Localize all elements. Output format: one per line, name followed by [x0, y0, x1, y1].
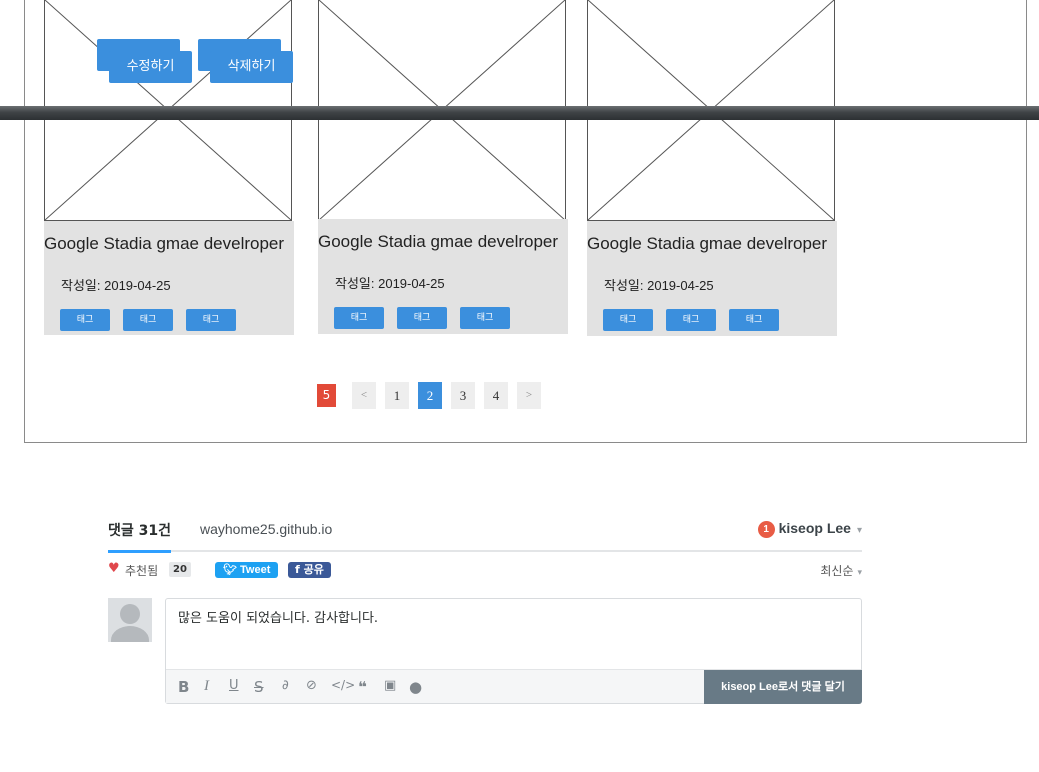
card-date: 작성일: 2019-04-25: [61, 278, 171, 293]
tag-button[interactable]: 태그: [334, 307, 384, 329]
facebook-icon: f: [295, 563, 304, 576]
card-title[interactable]: Google Stadia gmae develroper: [318, 232, 578, 252]
image-icon[interactable]: ▣: [384, 678, 396, 693]
page-count-badge: 5: [317, 384, 336, 407]
link-icon[interactable]: ∂: [282, 678, 289, 693]
delete-button[interactable]: 삭제하기: [210, 51, 293, 83]
comment-count-tab[interactable]: 댓글 31건: [108, 520, 171, 553]
site-tab[interactable]: wayhome25.github.io: [200, 521, 332, 537]
comments-header: 댓글 31건 wayhome25.github.io 1 kiseop Lee ▾: [108, 510, 862, 553]
recommend-label[interactable]: 추천됨: [125, 562, 158, 579]
quote-icon[interactable]: ❝: [358, 678, 367, 696]
next-page-button[interactable]: >: [517, 382, 541, 409]
user-name[interactable]: kiseop Lee: [779, 520, 851, 536]
card-title[interactable]: Google Stadia gmae develroper: [587, 234, 847, 254]
share-label: 공유: [303, 563, 324, 576]
tag-button[interactable]: 태그: [729, 309, 779, 331]
comment-input[interactable]: 많은 도움이 되었습니다. 감사합니다.: [178, 607, 378, 626]
chevron-down-icon: ▾: [857, 568, 862, 578]
card-info: Google Stadia gmae develroper 작성일: 2019-…: [44, 221, 294, 335]
code-icon[interactable]: </>: [331, 678, 355, 692]
avatar: [108, 598, 152, 642]
window-divider: [0, 106, 1039, 120]
comment-actions: ♥ 추천됨 20 🐦︎ Tweet f 공유 최신순 ▾: [108, 560, 862, 582]
prev-page-button[interactable]: <: [352, 382, 376, 409]
heart-icon[interactable]: ♥: [108, 561, 120, 576]
card-info: Google Stadia gmae develroper 작성일: 2019-…: [318, 219, 568, 334]
tag-button[interactable]: 태그: [186, 309, 236, 331]
card-title[interactable]: Google Stadia gmae develroper: [44, 234, 304, 254]
tweet-label: Tweet: [240, 564, 271, 576]
recommend-count: 20: [169, 562, 191, 577]
tag-button[interactable]: 태그: [123, 309, 173, 331]
card-date: 작성일: 2019-04-25: [604, 278, 714, 293]
bold-icon[interactable]: B: [178, 678, 189, 696]
facebook-share-button[interactable]: f 공유: [288, 562, 331, 578]
card-tags: 태그 태그 태그: [603, 307, 792, 331]
page-button-3[interactable]: 3: [451, 382, 475, 409]
tag-button[interactable]: 태그: [397, 307, 447, 329]
sort-label: 최신순: [820, 564, 854, 578]
card-tags: 태그 태그 태그: [334, 305, 523, 329]
edit-button[interactable]: 수정하기: [109, 51, 192, 83]
card-tags: 태그 태그 태그: [60, 307, 249, 331]
page-button-1[interactable]: 1: [385, 382, 409, 409]
chevron-down-icon[interactable]: ▾: [857, 525, 862, 536]
card-date: 작성일: 2019-04-25: [335, 276, 445, 291]
page-button-2[interactable]: 2: [418, 382, 442, 409]
tag-button[interactable]: 태그: [666, 309, 716, 331]
page-button-4[interactable]: 4: [484, 382, 508, 409]
tag-button[interactable]: 태그: [603, 309, 653, 331]
post-list-panel: Google Stadia gmae develroper 작성일: 2019-…: [24, 0, 1027, 443]
underline-icon[interactable]: U: [229, 678, 239, 693]
tag-button[interactable]: 태그: [460, 307, 510, 329]
card-info: Google Stadia gmae develroper 작성일: 2019-…: [587, 221, 837, 336]
submit-comment-button[interactable]: kiseop Lee로서 댓글 달기: [704, 670, 862, 704]
sort-dropdown[interactable]: 최신순 ▾: [820, 562, 862, 579]
gif-icon[interactable]: ●: [409, 678, 422, 696]
comment-editor[interactable]: 많은 도움이 되었습니다. 감사합니다. B I U S ∂ ⊘ </> ❝ ▣…: [165, 598, 862, 704]
spoiler-icon[interactable]: ⊘: [306, 678, 317, 693]
italic-icon[interactable]: I: [204, 678, 209, 695]
user-menu[interactable]: 1 kiseop Lee ▾: [757, 520, 862, 538]
notification-badge[interactable]: 1: [757, 521, 775, 538]
strikethrough-icon[interactable]: S: [254, 678, 264, 696]
twitter-icon: 🐦︎: [223, 564, 241, 576]
tweet-button[interactable]: 🐦︎ Tweet: [215, 562, 279, 578]
tag-button[interactable]: 태그: [60, 309, 110, 331]
